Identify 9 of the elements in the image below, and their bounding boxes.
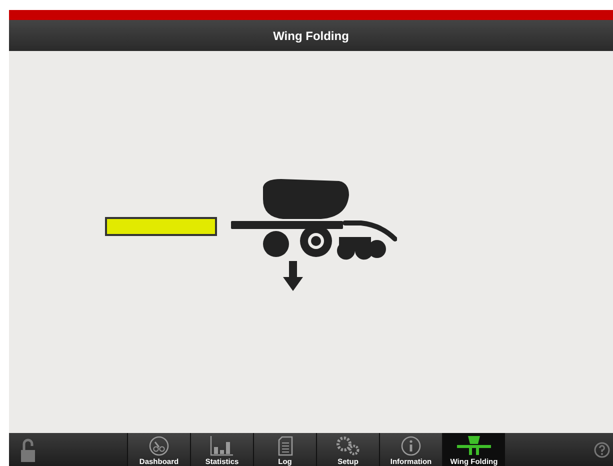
document-icon (278, 436, 292, 456)
gears-icon (335, 436, 361, 456)
window-title: Wing Folding (273, 28, 349, 44)
info-icon (401, 436, 421, 456)
bar-chart-icon (210, 436, 234, 456)
unlocked-padlock-icon[interactable] (21, 438, 35, 462)
help-icon[interactable] (594, 442, 610, 458)
gauge-icon (149, 436, 169, 456)
wing-folding-icon (457, 436, 491, 456)
